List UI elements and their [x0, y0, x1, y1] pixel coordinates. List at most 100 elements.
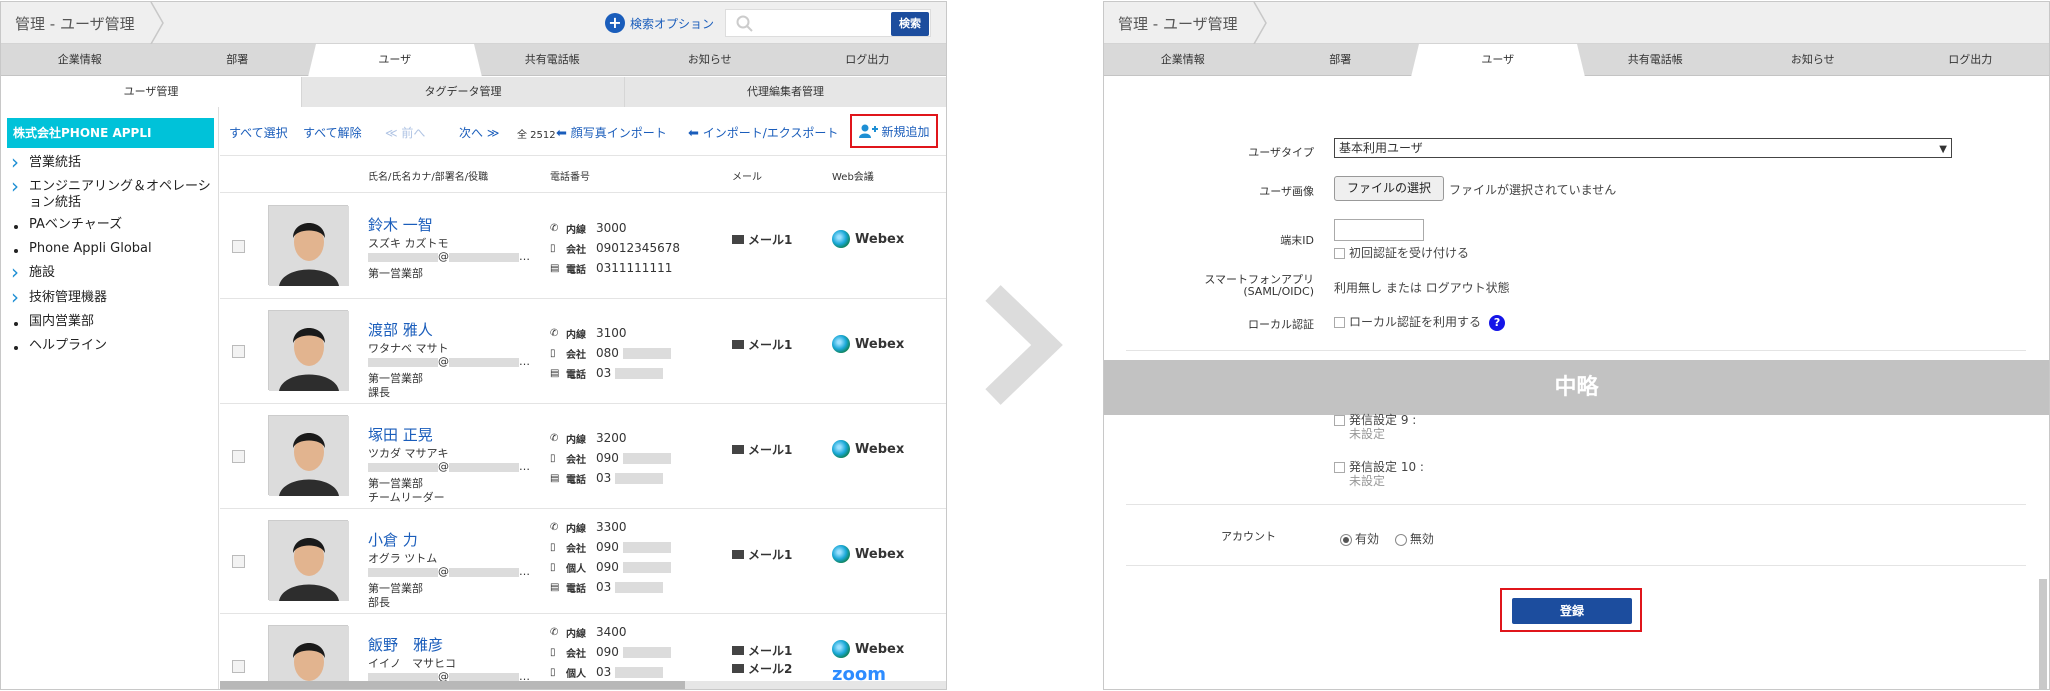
search-button[interactable]: 検索 — [891, 12, 929, 36]
local-auth-checkbox[interactable] — [1334, 317, 1345, 328]
user-type-select[interactable]: 基本利用ユーザ ▼ — [1334, 138, 1952, 158]
horizontal-scrollbar[interactable] — [220, 681, 946, 689]
tab-user[interactable]: ユーザ — [308, 44, 481, 77]
phone-entry[interactable]: ▯ 会社 090 — [550, 448, 671, 468]
table-row[interactable]: 塚田 正晃 ツカダ マサアキ @… 第一営業部 チームリーダー ✆ 内線 3200 ▯ 会社 090… — [220, 404, 946, 509]
phone-entry[interactable]: ▯ 会社 090 — [550, 537, 671, 557]
row-checkbox[interactable] — [232, 450, 245, 463]
file-select-button[interactable]: ファイルの選択 — [1334, 176, 1444, 201]
phone-entry[interactable]: ✆ 内線 3100 — [550, 323, 671, 343]
avatar-icon — [269, 416, 349, 496]
photo-import-link[interactable]: ⬅ 顔写真インポート — [556, 124, 667, 141]
mail-link[interactable]: メール1 — [732, 642, 792, 659]
title-bar: 管理 - ユーザ管理 + 検索オプション 検索 — [1, 2, 946, 44]
user-kana: ツカダ マサアキ — [368, 447, 449, 460]
row-checkbox[interactable] — [232, 555, 245, 568]
phone-number: 090 — [596, 540, 619, 554]
user-name[interactable]: 塚田 正晃 — [368, 424, 433, 445]
tab-shared-phonebook[interactable]: 共有電話帳 — [474, 44, 632, 75]
tree-item[interactable]: Phone Appli Global — [11, 241, 216, 257]
import-export-link[interactable]: ⬅ インポート/エクスポート — [688, 124, 838, 141]
tree-item[interactable]: › 営業統括 — [11, 152, 216, 172]
phone-list: ✆ 内線 3300 ▯ 会社 090 ▯ 個人 090 ▤ 電話 03 — [550, 517, 671, 597]
phone-entry[interactable]: ▯ 会社 090 — [550, 642, 671, 662]
phone-entry[interactable]: ✆ 内線 3200 — [550, 428, 671, 448]
tree-item[interactable]: › エンジニアリング＆オペレーション統括 — [11, 176, 216, 211]
row-checkbox[interactable] — [232, 345, 245, 358]
tab-shared-phonebook[interactable]: 共有電話帳 — [1577, 44, 1735, 75]
scrollbar-thumb[interactable] — [220, 681, 685, 689]
phone-entry[interactable]: ▯ 個人 03 — [550, 662, 671, 682]
subtab-proxy-editor[interactable]: 代理編集者管理 — [624, 77, 946, 107]
search-option-label: 検索オプション — [630, 16, 715, 31]
phone-entry[interactable]: ✆ 内線 3000 — [550, 218, 680, 238]
tab-notice[interactable]: お知らせ — [631, 44, 789, 75]
tab-company[interactable]: 企業情報 — [1104, 44, 1262, 75]
webex-link[interactable]: Webex — [832, 440, 904, 458]
phone-entry[interactable]: ▤ 電話 03 — [550, 577, 671, 597]
account-disabled-radio[interactable] — [1394, 533, 1407, 546]
phone-entry[interactable]: ▯ 会社 09012345678 — [550, 238, 680, 258]
user-name[interactable]: 鈴木 一智 — [368, 214, 433, 235]
phone-entry[interactable]: ✆ 内線 3300 — [550, 517, 671, 537]
subtab-user-management[interactable]: ユーザ管理 — [1, 77, 301, 107]
webex-link[interactable]: Webex — [832, 640, 904, 658]
new-add-button[interactable]: 新規追加 — [850, 114, 938, 148]
table-row[interactable]: 飯野 雅彦イイノ マサヒコ@…第一営業部✆内線3400▯会社090▯個人03▤電… — [220, 614, 946, 689]
table-row[interactable]: 鈴木 一智 スズキ カズトモ @… 第一営業部 ✆ 内線 3000 ▯ 会社 0901234567… — [220, 194, 946, 299]
phone-icon: ✆ — [550, 432, 559, 444]
deselect-all-link[interactable]: すべて解除 — [303, 124, 362, 141]
tab-user[interactable]: ユーザ — [1411, 44, 1584, 77]
register-button[interactable]: 登録 — [1512, 598, 1632, 624]
row-checkbox[interactable] — [232, 240, 245, 253]
first-auth-checkbox[interactable] — [1334, 248, 1345, 259]
user-name[interactable]: 飯野 雅彦 — [368, 634, 443, 655]
next-page-link[interactable]: 次へ ≫ — [459, 124, 499, 141]
first-auth-option[interactable]: 初回認証を受け付ける — [1334, 244, 1469, 261]
tree-item[interactable]: PAベンチャーズ — [11, 217, 216, 233]
device-id-input[interactable] — [1334, 219, 1424, 241]
mail-link[interactable]: メール2 — [732, 660, 792, 677]
tree-item[interactable]: › 技術管理機器 — [11, 285, 216, 309]
local-auth-option[interactable]: ローカル認証を利用する? — [1334, 313, 1506, 331]
company-node[interactable]: 株式会社PHONE APPLI — [7, 118, 214, 148]
table-row[interactable]: 小倉 力オグラ ツトム @… 第一営業部 部長 ✆ 内線 3300 ▯ 会社 090 ▯ 個人 090 ▤… — [220, 509, 946, 614]
subtab-tag-data[interactable]: タグデータ管理 — [301, 77, 624, 107]
webex-link[interactable]: Webex — [832, 230, 904, 248]
phone-entry[interactable]: ▤ 電話 03 — [550, 363, 671, 383]
call-setting-9-checkbox[interactable] — [1334, 415, 1345, 426]
call-setting-10-checkbox[interactable] — [1334, 462, 1345, 473]
search-option-link[interactable]: + 検索オプション — [605, 13, 714, 33]
webex-link[interactable]: Webex — [832, 545, 904, 563]
tab-company[interactable]: 企業情報 — [1, 44, 159, 75]
chevron-right-icon: › — [11, 285, 19, 309]
phone-entry[interactable]: ▯ 個人 090 — [550, 557, 671, 577]
mail-link[interactable]: メール1 — [732, 441, 792, 458]
tab-log-export[interactable]: ログ出力 — [789, 44, 947, 75]
tree-item[interactable]: 国内営業部 — [11, 314, 216, 330]
select-all-link[interactable]: すべて選択 — [229, 124, 288, 141]
tab-department[interactable]: 部署 — [1262, 44, 1420, 75]
phone-entry[interactable]: ▯ 会社 080 — [550, 343, 671, 363]
account-enabled-radio[interactable] — [1340, 533, 1352, 546]
user-name[interactable]: 小倉 力 — [368, 529, 418, 550]
tab-department[interactable]: 部署 — [159, 44, 317, 75]
tree-item[interactable]: › 施設 — [11, 262, 216, 282]
prev-page-link[interactable]: ≪ 前へ — [385, 124, 425, 141]
phone-entry[interactable]: ✆ 内線 3400 — [550, 622, 671, 642]
phone-entry[interactable]: ▤ 電話 03 — [550, 468, 671, 488]
tab-log-export[interactable]: ログ出力 — [1892, 44, 2050, 75]
mail-link[interactable]: メール1 — [732, 231, 792, 248]
mail-link[interactable]: メール1 — [732, 336, 792, 353]
row-checkbox[interactable] — [232, 660, 245, 673]
user-name[interactable]: 渡部 雅人 — [368, 319, 433, 340]
phone-entry[interactable]: ▤ 電話 0311111111 — [550, 258, 680, 278]
mail-link[interactable]: メール1 — [732, 546, 792, 563]
webex-link[interactable]: Webex — [832, 335, 904, 353]
tab-notice[interactable]: お知らせ — [1734, 44, 1892, 75]
table-row[interactable]: 渡部 雅人 ワタナベ マサト @… 第一営業部 課長 ✆ 内線 3100 ▯ 会社 080 ▤ 電話 03… — [220, 299, 946, 404]
help-icon[interactable]: ? — [1489, 314, 1506, 331]
vertical-scrollbar[interactable] — [2039, 579, 2047, 689]
tree-item-label: 国内営業部 — [29, 314, 95, 329]
tree-item[interactable]: ヘルプライン — [11, 338, 216, 354]
